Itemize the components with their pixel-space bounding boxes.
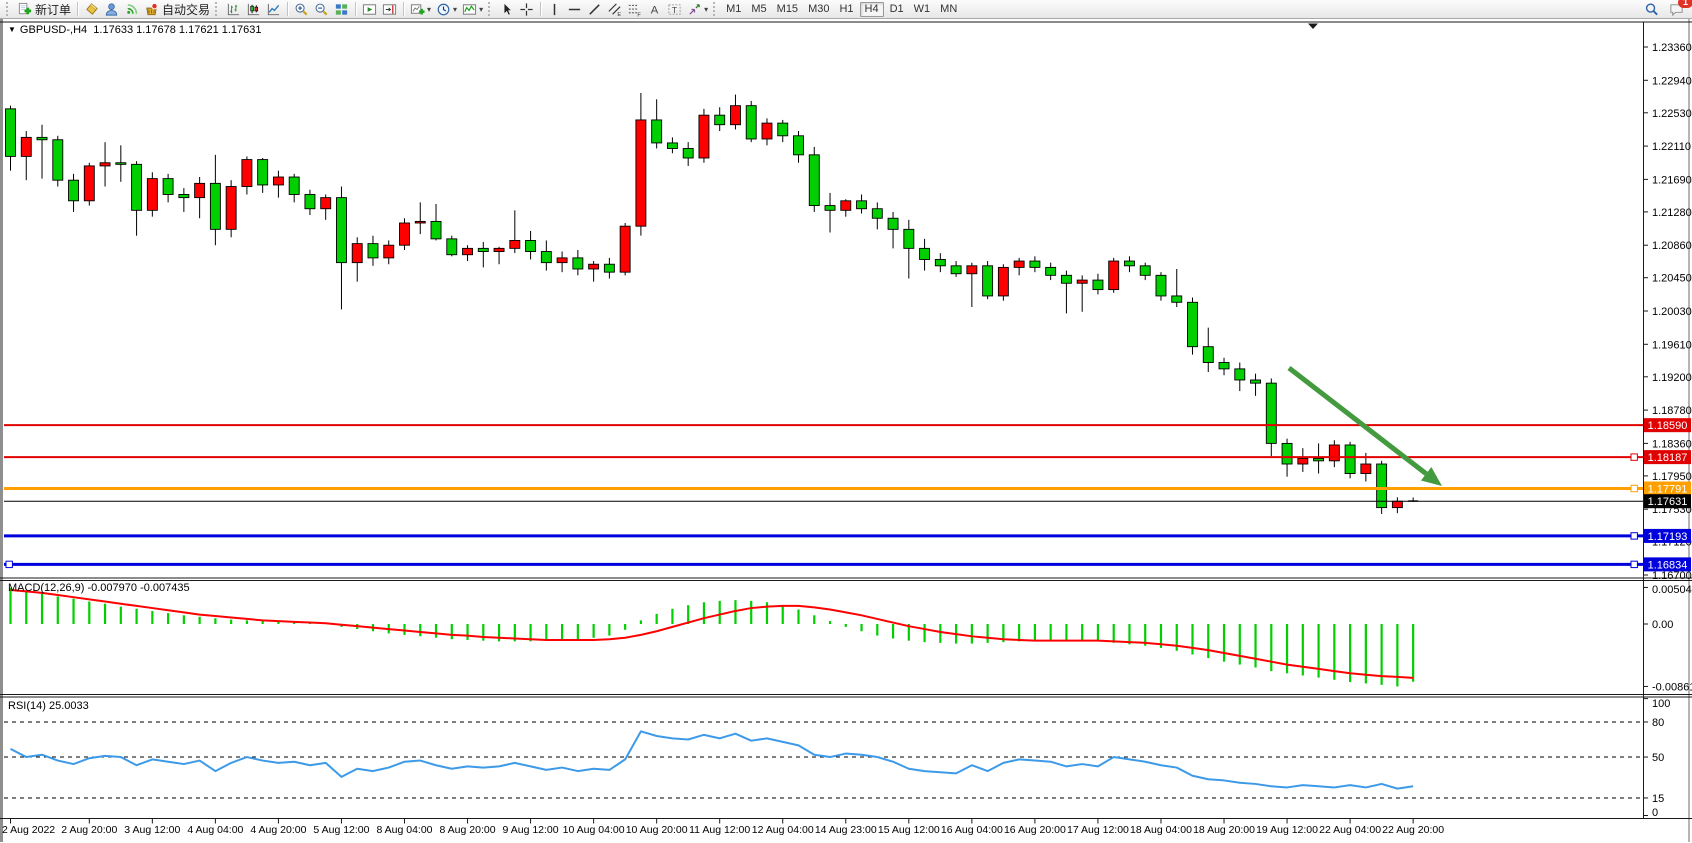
rsi-indicator-label: RSI(14) 25.0033 bbox=[8, 700, 89, 712]
toolbar-separator bbox=[540, 2, 541, 16]
chart-shift-icon bbox=[382, 2, 397, 17]
cursor-icon bbox=[499, 2, 514, 17]
timeframe-button-m30[interactable]: M30 bbox=[804, 2, 833, 17]
profile-button[interactable] bbox=[102, 1, 121, 18]
timeframe-button-m1[interactable]: M1 bbox=[722, 2, 745, 17]
timeframe-button-mn[interactable]: MN bbox=[936, 2, 961, 17]
fibonacci-icon: F bbox=[627, 2, 642, 17]
horizontal-line-icon bbox=[567, 2, 582, 17]
search-icon bbox=[1644, 2, 1659, 17]
cursor-button[interactable] bbox=[497, 1, 516, 18]
zoom-in-icon bbox=[294, 2, 309, 17]
candlestick-chart-button[interactable] bbox=[244, 1, 263, 18]
profile-icon bbox=[104, 2, 119, 17]
new-chart-button[interactable]: ▾ bbox=[408, 1, 433, 18]
toolbar: 新订单 自动交易 ▾ ▾ bbox=[0, 0, 1692, 19]
time-axis[interactable] bbox=[4, 819, 1643, 841]
toolbar-grip bbox=[215, 2, 220, 16]
indicators-icon bbox=[462, 2, 477, 17]
new-chart-icon bbox=[410, 2, 425, 17]
auto-scroll-button[interactable] bbox=[360, 1, 379, 18]
text-label-button[interactable]: T bbox=[665, 1, 684, 18]
timeframe-button-d1[interactable]: D1 bbox=[886, 2, 908, 17]
vertical-line-icon bbox=[547, 2, 562, 17]
text-label-icon: T bbox=[667, 2, 682, 17]
equidistant-channel-icon: E bbox=[607, 2, 622, 17]
timeframe-button-h4[interactable]: H4 bbox=[860, 2, 884, 17]
chart-title-symbol: GBPUSD-,H4 bbox=[20, 24, 87, 36]
toolbar-separator bbox=[355, 2, 356, 16]
clock-icon bbox=[436, 2, 451, 17]
chevron-down-icon: ▾ bbox=[704, 5, 708, 14]
timeframe-button-w1[interactable]: W1 bbox=[910, 2, 935, 17]
trendline-icon bbox=[587, 2, 602, 17]
indicators-button[interactable]: ▾ bbox=[460, 1, 485, 18]
toolbar-separator bbox=[77, 2, 78, 16]
search-button[interactable] bbox=[1642, 1, 1661, 18]
timeframe-button-m15[interactable]: M15 bbox=[773, 2, 802, 17]
toolbar-grip bbox=[488, 2, 493, 16]
styler-button[interactable] bbox=[82, 1, 101, 18]
chevron-down-icon: ▾ bbox=[479, 5, 483, 14]
notification-badge: 1 bbox=[1678, 0, 1692, 8]
text-button[interactable]: A bbox=[645, 1, 664, 18]
symbol-dropdown-icon[interactable]: ▼ bbox=[8, 25, 16, 34]
zoom-out-icon bbox=[314, 2, 329, 17]
signals-button[interactable] bbox=[122, 1, 141, 18]
autotrading-icon bbox=[144, 2, 159, 17]
fibonacci-button[interactable]: F bbox=[625, 1, 644, 18]
timeframe-button-h1[interactable]: H1 bbox=[835, 2, 857, 17]
zoom-out-button[interactable] bbox=[312, 1, 331, 18]
periods-button[interactable]: ▾ bbox=[434, 1, 459, 18]
arrows-button[interactable]: ▾ bbox=[685, 1, 710, 18]
chart-title: ▼ GBPUSD-,H4 1.17633 1.17678 1.17621 1.17… bbox=[8, 24, 262, 36]
macd-pane[interactable] bbox=[4, 580, 1643, 694]
svg-text:E: E bbox=[617, 12, 621, 17]
candlestick-chart-icon bbox=[246, 2, 261, 17]
toolbar-grip bbox=[6, 2, 11, 16]
autotrading-button[interactable]: 自动交易 bbox=[142, 1, 212, 18]
text-icon: A bbox=[647, 2, 662, 17]
crosshair-button[interactable] bbox=[517, 1, 536, 18]
trendline-button[interactable] bbox=[585, 1, 604, 18]
signals-icon bbox=[124, 2, 139, 17]
new-order-label: 新订单 bbox=[35, 1, 71, 18]
chevron-down-icon: ▾ bbox=[427, 5, 431, 14]
arrows-icon bbox=[687, 2, 702, 17]
tile-windows-button[interactable] bbox=[332, 1, 351, 18]
new-order-icon bbox=[17, 2, 32, 17]
macd-indicator-label: MACD(12,26,9) -0.007970 -0.007435 bbox=[8, 582, 190, 594]
new-order-button[interactable]: 新订单 bbox=[15, 1, 73, 18]
styler-icon bbox=[84, 2, 99, 17]
toolbar-grip bbox=[713, 2, 718, 16]
bar-chart-icon bbox=[226, 2, 241, 17]
tile-windows-icon bbox=[334, 2, 349, 17]
line-chart-icon bbox=[266, 2, 281, 17]
svg-text:T: T bbox=[672, 4, 677, 14]
toolbar-separator bbox=[403, 2, 404, 16]
vertical-line-button[interactable] bbox=[545, 1, 564, 18]
price-axis[interactable] bbox=[1643, 22, 1692, 818]
line-chart-button[interactable] bbox=[264, 1, 283, 18]
toolbar-separator bbox=[287, 2, 288, 16]
chevron-down-icon: ▾ bbox=[453, 5, 457, 14]
svg-text:A: A bbox=[651, 4, 659, 16]
autotrading-label: 自动交易 bbox=[162, 1, 210, 18]
zoom-in-button[interactable] bbox=[292, 1, 311, 18]
chart-shift-button[interactable] bbox=[380, 1, 399, 18]
equidistant-channel-button[interactable]: E bbox=[605, 1, 624, 18]
rsi-pane[interactable] bbox=[4, 697, 1643, 818]
main-chart-pane[interactable] bbox=[4, 22, 1643, 578]
auto-scroll-icon bbox=[362, 2, 377, 17]
svg-text:F: F bbox=[637, 12, 641, 16]
timeframe-group: M1M5M15M30H1H4D1W1MN bbox=[722, 2, 961, 17]
horizontal-line-button[interactable] bbox=[565, 1, 584, 18]
bar-chart-button[interactable] bbox=[224, 1, 243, 18]
timeframe-button-m5[interactable]: M5 bbox=[747, 2, 770, 17]
crosshair-icon bbox=[519, 2, 534, 17]
chart-title-ohlc: 1.17633 1.17678 1.17621 1.17631 bbox=[93, 24, 261, 36]
toolbar-right-group: 1 bbox=[1642, 1, 1688, 18]
